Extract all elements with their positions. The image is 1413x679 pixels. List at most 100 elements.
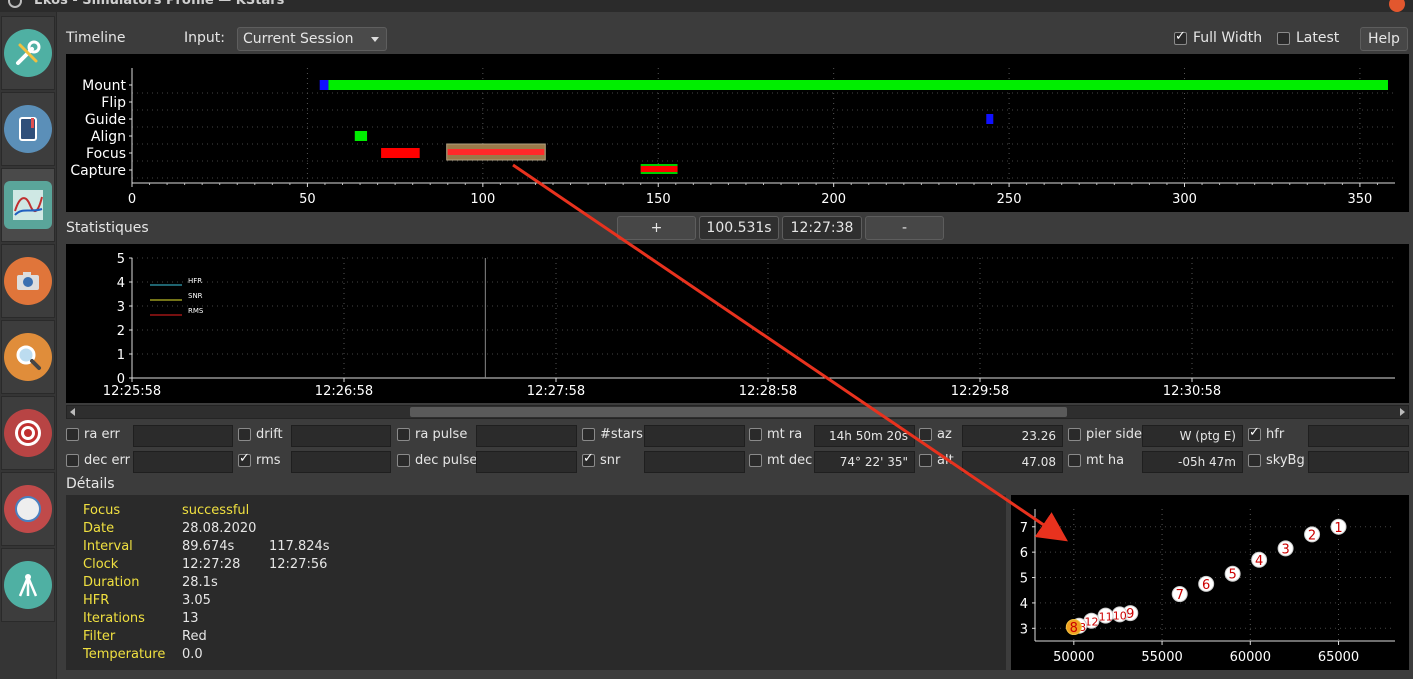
x-tick-label: 200 (821, 192, 846, 207)
mount-icon (4, 561, 52, 609)
stat-checkbox-mt-ha[interactable] (1068, 454, 1081, 467)
legend-label: HFR (188, 277, 202, 285)
stat-checkbox-alt[interactable] (919, 454, 932, 467)
timeline-plot[interactable]: MountFlipGuideAlignFocusCapture0 50 100 150… (66, 54, 1409, 212)
timeline-segment (328, 80, 1388, 90)
cursor-time-display: 100.531s (699, 216, 779, 240)
scheduler-icon (4, 105, 52, 153)
detail-value: Red (182, 629, 207, 644)
detail-value: 0.0 (182, 647, 203, 662)
input-select[interactable]: Current Session (237, 27, 387, 51)
statistics-scrollbar[interactable] (66, 405, 1409, 419)
stat-checkbox-az[interactable] (919, 428, 932, 441)
input-label: Input: (184, 30, 225, 46)
help-button[interactable]: Help (1360, 27, 1408, 51)
x-tick-label: 0 (128, 192, 136, 207)
zoom-in-button[interactable]: + (617, 216, 696, 240)
scrollbar-thumb[interactable] (410, 407, 1067, 417)
sidebar-item-mount[interactable] (1, 548, 55, 622)
x-tick-label: 250 (997, 192, 1022, 207)
sidebar-item-focus[interactable] (1, 320, 55, 394)
analyze-icon (4, 181, 52, 229)
focus-position-plot: 5000055000600006500034567123456791011121… (1011, 495, 1409, 670)
detail-key: Focus (83, 503, 121, 518)
detail-key: Clock (83, 557, 119, 572)
stat-label: skyBg (1266, 453, 1305, 468)
stat-label: mt ra (767, 427, 803, 442)
close-icon[interactable] (1389, 0, 1405, 12)
y-tick-label: 4 (117, 276, 125, 291)
y-tick-label: 2 (117, 324, 125, 339)
stat-label: mt dec (767, 453, 813, 468)
stat-value-field (291, 451, 391, 473)
stat-checkbox-snr[interactable] (582, 451, 595, 467)
stat-checkbox-hfr[interactable] (1248, 425, 1261, 441)
y-tick-label: 4 (1020, 597, 1028, 612)
stat-checkbox--stars[interactable] (582, 428, 595, 441)
stat-value-field (476, 425, 577, 447)
stat-checkbox-ra-pulse[interactable] (397, 428, 410, 441)
stat-label: ra err (84, 427, 120, 442)
detail-key: Interval (83, 539, 133, 554)
timeline-segment (986, 114, 994, 124)
stat-value-field: 47.08 (962, 451, 1063, 473)
latest-label: Latest (1296, 30, 1340, 46)
stat-label: #stars (600, 427, 643, 442)
y-tick-label: 5 (117, 252, 125, 267)
stat-value-field: -05h 47m (1142, 451, 1243, 473)
timeline-segment (354, 131, 368, 141)
stat-checkbox-dec-err[interactable] (66, 454, 79, 467)
sidebar-item-guide[interactable] (1, 396, 55, 470)
stat-checkbox-mt-dec[interactable] (749, 454, 762, 467)
zoom-out-button[interactable]: - (865, 216, 944, 240)
module-sidebar (0, 12, 57, 679)
timeline-row-label: Mount (82, 78, 126, 94)
x-tick-label: 300 (1172, 192, 1197, 207)
scroll-right-icon[interactable] (1400, 408, 1405, 416)
stat-value-field (1308, 451, 1409, 473)
detail-value-end: 117.824s (269, 539, 330, 554)
detail-value: 28.08.2020 (182, 521, 257, 536)
sidebar-item-scheduler[interactable] (1, 92, 55, 166)
title-bar: Ekos - Simulators Profile — KStars (0, 0, 1413, 12)
detail-value: 13 (182, 611, 199, 626)
detail-value: 28.1s (182, 575, 218, 590)
stat-value-field (644, 451, 745, 473)
sidebar-item-capture[interactable] (1, 244, 55, 318)
latest-checkbox[interactable] (1277, 32, 1290, 45)
sidebar-item-setup[interactable] (1, 16, 55, 90)
stat-checkbox-rms[interactable] (238, 451, 251, 467)
full-width-checkbox[interactable] (1174, 29, 1187, 45)
statistics-plot[interactable]: 12:25:58 12:26:58 12:27:58 12:28:58 12:29:58… (66, 244, 1409, 403)
window-menu-icon[interactable] (8, 0, 22, 8)
stat-checkbox-drift[interactable] (238, 428, 251, 441)
stat-checkbox-skybg[interactable] (1248, 454, 1261, 467)
stat-value-field: 14h 50m 20s (814, 425, 915, 447)
x-tick-label: 50000 (1053, 650, 1094, 665)
chevron-down-icon (371, 37, 379, 42)
statistics-label: Statistiques (66, 220, 149, 236)
stat-label: dec pulse (415, 453, 478, 468)
x-tick-label: 12:28:58 (739, 384, 797, 399)
stat-checkbox-pier-side[interactable] (1068, 428, 1081, 441)
x-tick-label: 150 (646, 192, 671, 207)
stat-checkbox-ra-err[interactable] (66, 428, 79, 441)
scroll-left-icon[interactable] (70, 408, 75, 416)
x-tick-label: 50 (299, 192, 316, 207)
detail-key: HFR (83, 593, 110, 608)
y-tick-label: 5 (1020, 572, 1028, 587)
focus-point-label: 10 (1113, 609, 1127, 622)
detail-key: Duration (83, 575, 140, 590)
capture-icon (4, 257, 52, 305)
stat-checkbox-dec-pulse[interactable] (397, 454, 410, 467)
x-tick-label: 12:26:58 (315, 384, 373, 399)
sidebar-item-analyze[interactable] (1, 168, 55, 242)
stat-label: rms (256, 453, 281, 468)
stat-checkbox-mt-ra[interactable] (749, 428, 762, 441)
stat-label: snr (600, 453, 621, 468)
sidebar-item-align[interactable] (1, 472, 55, 546)
stat-label: pier side (1086, 427, 1142, 442)
details-label: Détails (66, 476, 115, 492)
stat-value-field: 23.26 (962, 425, 1063, 447)
stat-value-field (133, 451, 233, 473)
